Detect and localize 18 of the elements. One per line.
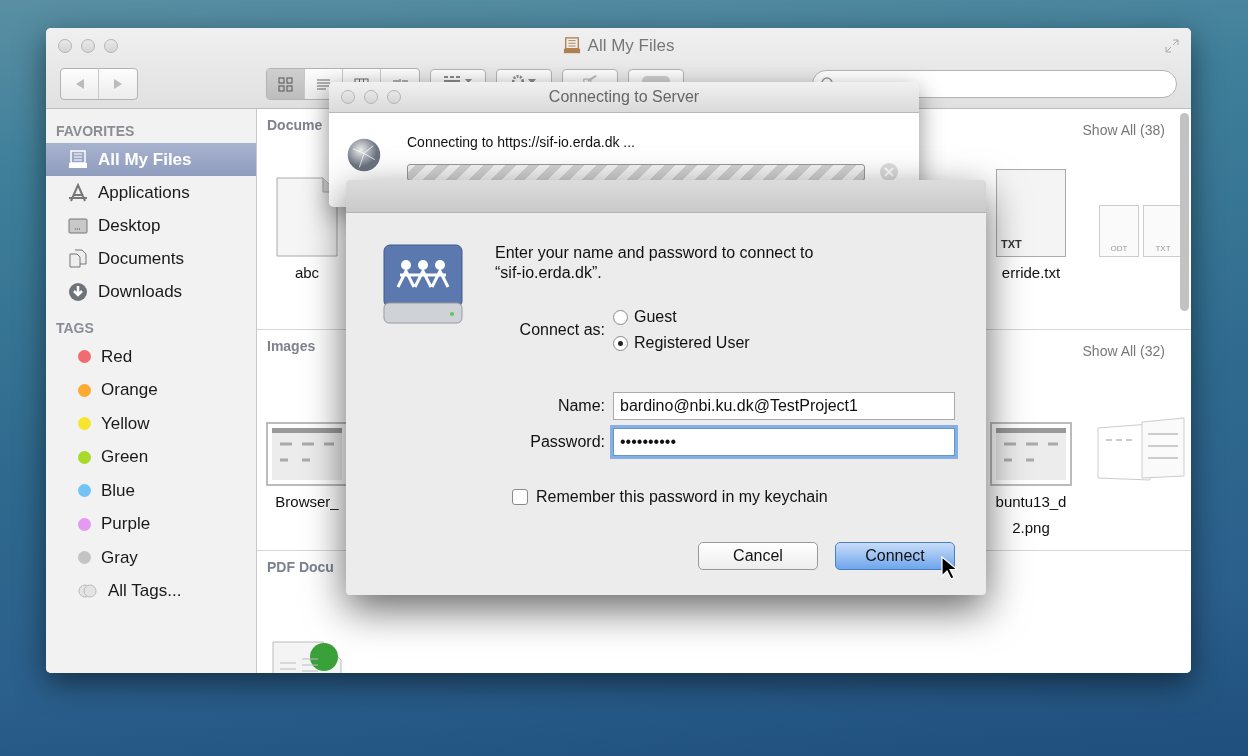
- field-label: Connect as:: [518, 321, 605, 339]
- sidebar-heading: TAGS: [55, 319, 95, 338]
- window-title: All My Files: [587, 36, 675, 56]
- file-name: 2.png: [1012, 518, 1050, 538]
- field-label: Name:: [556, 397, 605, 415]
- status-message: Connecting to https://sif-io.erda.dk ...: [407, 134, 636, 150]
- file-name: Browser_: [275, 492, 339, 512]
- file-name: abc: [294, 263, 320, 283]
- file-type-label: TXT: [1001, 238, 1022, 250]
- field-label: Password:: [529, 433, 605, 451]
- section-title: Docume: [267, 117, 323, 135]
- section-title: PDF Docu: [267, 559, 334, 577]
- window-title: Connecting to Server: [548, 88, 700, 106]
- section-title: Images: [267, 338, 316, 356]
- sidebar-heading: FAVORITES: [55, 122, 136, 141]
- dialog-message: Enter your name and password to connect to “sif-io.erda.dk”.: [495, 243, 815, 283]
- file-name: erride.txt: [1001, 263, 1061, 283]
- file-name: buntu13_d: [995, 492, 1067, 512]
